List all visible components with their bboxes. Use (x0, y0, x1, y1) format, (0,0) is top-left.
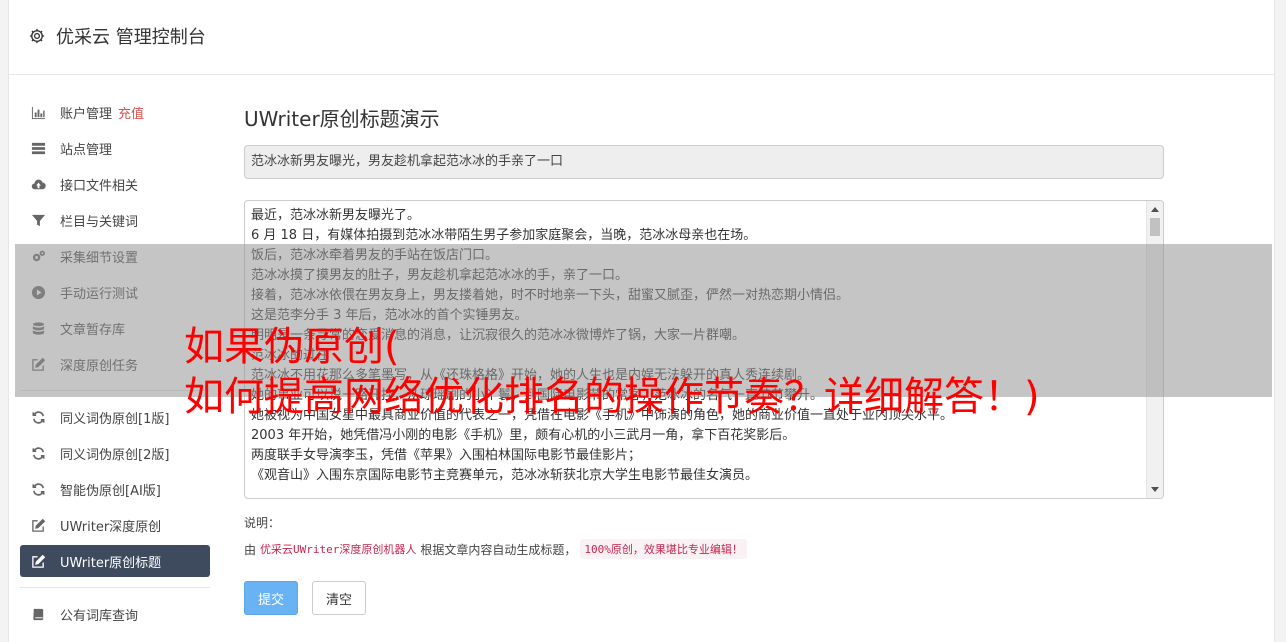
bar-chart-icon (30, 104, 46, 120)
sidebar-item[interactable]: 接口文件相关 (20, 168, 210, 200)
book-icon (30, 606, 46, 622)
sidebar-item-label: 智能伪原创[AI版] (60, 483, 161, 499)
sidebar-item[interactable]: 栏目与关键词 (20, 204, 210, 236)
sidebar-item[interactable]: 同义词伪原创[2版] (20, 437, 210, 469)
note-prefix: 由 (244, 542, 257, 557)
generated-title-field[interactable]: 范冰冰新男友曝光，男友趁机拿起范冰冰的手亲了一口 (244, 145, 1164, 179)
sidebar-item[interactable]: 账户管理 充值 (20, 96, 210, 128)
sidebar-item[interactable]: 同义词伪原创[1版] (20, 401, 210, 433)
note-highlight: 优采云UWriter深度原创机器人 (260, 543, 417, 556)
note-badge: 100%原创，效果堪比专业编辑！ (580, 539, 747, 559)
sidebar-item[interactable]: UWriter深度原创 (20, 509, 210, 541)
refresh-icon (30, 409, 46, 425)
sidebar-item-label: 栏目与关键词 (60, 214, 139, 230)
submit-button[interactable]: 提交 (244, 581, 298, 615)
button-row: 提交 清空 (244, 581, 1164, 615)
sidebar-item-label: UWriter原创标题 (60, 555, 162, 571)
edit-icon (30, 553, 46, 569)
note-label: 说明： (244, 516, 281, 530)
content-line: 两度联手女导演李玉，凭借《苹果》入围柏林国际电影节最佳影片； (251, 448, 642, 463)
scroll-down-arrow-icon[interactable] (1151, 487, 1159, 492)
sidebar-item[interactable]: 公有词库查询 (20, 598, 210, 630)
server-icon (30, 140, 46, 156)
edit-icon (30, 517, 46, 533)
brand[interactable]: 优采云 管理控制台 (28, 24, 206, 48)
scrollbar-thumb[interactable] (1150, 218, 1160, 236)
refresh-icon (30, 445, 46, 461)
app-title: 优采云 管理控制台 (56, 27, 206, 48)
sidebar-item[interactable]: UWriter原创标题 (20, 545, 210, 577)
refresh-icon (30, 481, 46, 497)
content-line: 最近，范冰冰新男友曝光了。 (251, 208, 421, 223)
sidebar-item-label: 接口文件相关 (60, 178, 139, 194)
content-line: 6 月 18 日，有媒体拍摄到范冰冰带陌生男子参加家庭聚会，当晚，范冰冰母亲也在… (251, 228, 757, 243)
top-bar: 优采云 管理控制台 (9, 0, 1274, 75)
sidebar-divider (20, 587, 210, 588)
sidebar-item-label: 公有词库查询 (60, 608, 139, 624)
note-line: 由 优采云UWriter深度原创机器人 根据文章内容自动生成标题， 100%原创… (244, 539, 1164, 559)
sidebar-item[interactable]: 站点管理 (20, 132, 210, 164)
gear-icon (29, 28, 45, 44)
sidebar-item-label: UWriter深度原创 (60, 519, 162, 535)
overlay-caption-line-2: 如何提高网络优化排名的操作节奏？详细解答！) (184, 374, 1040, 420)
page-title: UWriter原创标题演示 (244, 107, 440, 131)
content-line: 《观音山》入围东京国际电影节主竞赛单元，范冰冰斩获北京大学生电影节最佳女演员。 (251, 468, 759, 483)
sidebar-item-label: 站点管理 (60, 142, 113, 158)
recharge-link[interactable]: 充值 (118, 103, 144, 122)
content-line: 2003 年开始，她凭借冯小刚的电影《手机》里，颇有心机的小三武月一角，拿下百花… (251, 428, 796, 443)
sidebar-item[interactable]: 智能伪原创[AI版] (20, 473, 210, 505)
sidebar-item-label: 账户管理 (60, 106, 113, 122)
note-middle: 根据文章内容自动生成标题， (420, 542, 577, 557)
filter-icon (30, 212, 46, 228)
sidebar-item-label: 同义词伪原创[1版] (60, 411, 170, 427)
clear-button[interactable]: 清空 (312, 581, 366, 615)
scroll-up-arrow-icon[interactable] (1151, 207, 1159, 212)
overlay-caption-line-1: 如果伪原创( (184, 324, 400, 370)
cloud-upload-icon (30, 176, 46, 192)
overlay-caption: 如果伪原创( 如何提高网络优化排名的操作节奏？详细解答！) (184, 322, 1184, 422)
sidebar-item-label: 同义词伪原创[2版] (60, 447, 170, 463)
